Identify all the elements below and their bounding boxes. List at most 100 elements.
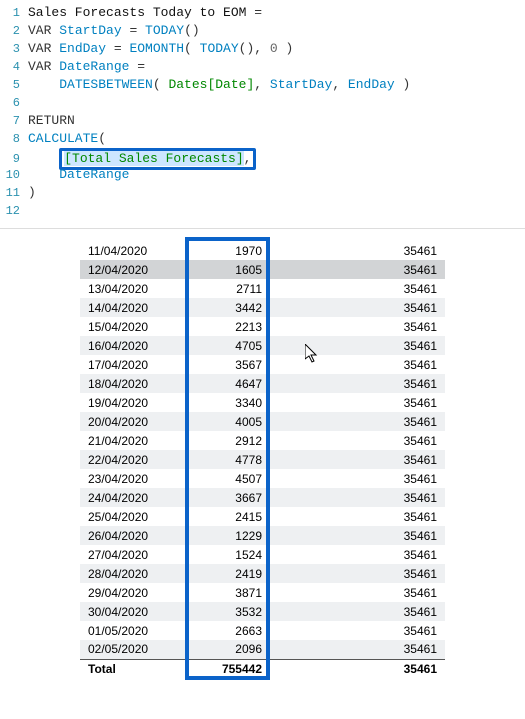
value-cell[interactable]: 35461 bbox=[270, 640, 445, 659]
value-cell[interactable]: 35461 bbox=[270, 545, 445, 564]
value-cell[interactable]: 35461 bbox=[270, 583, 445, 602]
date-cell[interactable]: 15/04/2020 bbox=[80, 317, 175, 336]
results-table[interactable]: 11/04/202019703546112/04/202016053546113… bbox=[80, 241, 445, 678]
value-cell[interactable]: 35461 bbox=[270, 621, 445, 640]
value-cell[interactable]: 2912 bbox=[175, 431, 270, 450]
value-cell[interactable]: 2419 bbox=[175, 564, 270, 583]
value-cell[interactable]: 2415 bbox=[175, 507, 270, 526]
line-content[interactable]: CALCULATE( bbox=[28, 130, 106, 148]
value-cell[interactable]: 2711 bbox=[175, 279, 270, 298]
value-cell[interactable]: 4507 bbox=[175, 469, 270, 488]
value-cell[interactable]: 35461 bbox=[270, 279, 445, 298]
table-row[interactable]: 28/04/2020241935461 bbox=[80, 564, 445, 583]
value-cell[interactable]: 35461 bbox=[270, 298, 445, 317]
date-cell[interactable]: 30/04/2020 bbox=[80, 602, 175, 621]
date-cell[interactable]: 14/04/2020 bbox=[80, 298, 175, 317]
code-line[interactable]: 12 bbox=[0, 202, 525, 220]
table-row[interactable]: 16/04/2020470535461 bbox=[80, 336, 445, 355]
table-row[interactable]: 21/04/2020291235461 bbox=[80, 431, 445, 450]
value-cell[interactable]: 3532 bbox=[175, 602, 270, 621]
line-content[interactable]: VAR StartDay = TODAY() bbox=[28, 22, 200, 40]
table-row[interactable]: 14/04/2020344235461 bbox=[80, 298, 445, 317]
value-cell[interactable]: 3442 bbox=[175, 298, 270, 317]
table-row[interactable]: 11/04/2020197035461 bbox=[80, 241, 445, 260]
value-cell[interactable]: 35461 bbox=[270, 564, 445, 583]
table-row[interactable]: 18/04/2020464735461 bbox=[80, 374, 445, 393]
code-line[interactable]: 5 DATESBETWEEN( Dates[Date], StartDay, E… bbox=[0, 76, 525, 94]
date-cell[interactable]: 29/04/2020 bbox=[80, 583, 175, 602]
value-cell[interactable]: 2213 bbox=[175, 317, 270, 336]
code-line[interactable]: 8CALCULATE( bbox=[0, 130, 525, 148]
date-cell[interactable]: 26/04/2020 bbox=[80, 526, 175, 545]
line-content[interactable]: DateRange bbox=[28, 166, 129, 184]
value-cell[interactable]: 3567 bbox=[175, 355, 270, 374]
date-cell[interactable]: 13/04/2020 bbox=[80, 279, 175, 298]
table-row[interactable]: 02/05/2020209635461 bbox=[80, 640, 445, 659]
value-cell[interactable]: 4647 bbox=[175, 374, 270, 393]
value-cell[interactable]: 35461 bbox=[270, 393, 445, 412]
value-cell[interactable]: 35461 bbox=[270, 526, 445, 545]
table-row[interactable]: 12/04/2020160535461 bbox=[80, 260, 445, 279]
value-cell[interactable]: 35461 bbox=[270, 488, 445, 507]
line-content[interactable]: VAR EndDay = EOMONTH( TODAY(), 0 ) bbox=[28, 40, 293, 58]
date-cell[interactable]: 19/04/2020 bbox=[80, 393, 175, 412]
code-line[interactable]: 3VAR EndDay = EOMONTH( TODAY(), 0 ) bbox=[0, 40, 525, 58]
table-row[interactable]: 23/04/2020450735461 bbox=[80, 469, 445, 488]
table-row[interactable]: 01/05/2020266335461 bbox=[80, 621, 445, 640]
date-cell[interactable]: 25/04/2020 bbox=[80, 507, 175, 526]
line-content[interactable]: RETURN bbox=[28, 112, 75, 130]
date-cell[interactable]: 20/04/2020 bbox=[80, 412, 175, 431]
value-cell[interactable]: 35461 bbox=[270, 317, 445, 336]
date-cell[interactable]: 23/04/2020 bbox=[80, 469, 175, 488]
value-cell[interactable]: 35461 bbox=[270, 374, 445, 393]
table-row[interactable]: 22/04/2020477835461 bbox=[80, 450, 445, 469]
value-cell[interactable]: 1605 bbox=[175, 260, 270, 279]
table-row[interactable]: 15/04/2020221335461 bbox=[80, 317, 445, 336]
date-cell[interactable]: 17/04/2020 bbox=[80, 355, 175, 374]
value-cell[interactable]: 35461 bbox=[270, 412, 445, 431]
table-row[interactable]: 13/04/2020271135461 bbox=[80, 279, 445, 298]
code-line[interactable]: 2VAR StartDay = TODAY() bbox=[0, 22, 525, 40]
value-cell[interactable]: 3871 bbox=[175, 583, 270, 602]
date-cell[interactable]: 22/04/2020 bbox=[80, 450, 175, 469]
date-cell[interactable]: 11/04/2020 bbox=[80, 241, 175, 260]
value-cell[interactable]: 1229 bbox=[175, 526, 270, 545]
line-content[interactable]: Sales Forecasts Today to EOM = bbox=[28, 4, 262, 22]
value-cell[interactable]: 35461 bbox=[270, 336, 445, 355]
value-cell[interactable]: 2096 bbox=[175, 640, 270, 659]
date-cell[interactable]: 02/05/2020 bbox=[80, 640, 175, 659]
code-line[interactable]: 7RETURN bbox=[0, 112, 525, 130]
code-line[interactable]: 10 DateRange bbox=[0, 166, 525, 184]
value-cell[interactable]: 4705 bbox=[175, 336, 270, 355]
code-line[interactable]: 1Sales Forecasts Today to EOM = bbox=[0, 4, 525, 22]
code-line[interactable]: 11) bbox=[0, 184, 525, 202]
code-editor[interactable]: 1Sales Forecasts Today to EOM =2VAR Star… bbox=[0, 0, 525, 229]
value-cell[interactable]: 35461 bbox=[270, 602, 445, 621]
date-cell[interactable]: 18/04/2020 bbox=[80, 374, 175, 393]
line-content[interactable]: DATESBETWEEN( Dates[Date], StartDay, End… bbox=[28, 76, 410, 94]
value-cell[interactable]: 3340 bbox=[175, 393, 270, 412]
value-cell[interactable]: 3667 bbox=[175, 488, 270, 507]
date-cell[interactable]: 16/04/2020 bbox=[80, 336, 175, 355]
value-cell[interactable]: 2663 bbox=[175, 621, 270, 640]
date-cell[interactable]: 28/04/2020 bbox=[80, 564, 175, 583]
line-content[interactable]: VAR DateRange = bbox=[28, 58, 145, 76]
date-cell[interactable]: 01/05/2020 bbox=[80, 621, 175, 640]
date-cell[interactable]: 21/04/2020 bbox=[80, 431, 175, 450]
table-row[interactable]: 17/04/2020356735461 bbox=[80, 355, 445, 374]
value-cell[interactable]: 35461 bbox=[270, 355, 445, 374]
value-cell[interactable]: 35461 bbox=[270, 241, 445, 260]
code-line[interactable]: 6 bbox=[0, 94, 525, 112]
code-line[interactable]: 9 [Total Sales Forecasts], bbox=[0, 148, 525, 166]
value-cell[interactable]: 35461 bbox=[270, 507, 445, 526]
total-row[interactable]: Total75544235461 bbox=[80, 659, 445, 678]
table-row[interactable]: 20/04/2020400535461 bbox=[80, 412, 445, 431]
value-cell[interactable]: 1524 bbox=[175, 545, 270, 564]
value-cell[interactable]: 35461 bbox=[270, 260, 445, 279]
table-row[interactable]: 26/04/2020122935461 bbox=[80, 526, 445, 545]
value-cell[interactable]: 1970 bbox=[175, 241, 270, 260]
value-cell[interactable]: 35461 bbox=[270, 431, 445, 450]
value-cell[interactable]: 4005 bbox=[175, 412, 270, 431]
date-cell[interactable]: 27/04/2020 bbox=[80, 545, 175, 564]
table-row[interactable]: 27/04/2020152435461 bbox=[80, 545, 445, 564]
